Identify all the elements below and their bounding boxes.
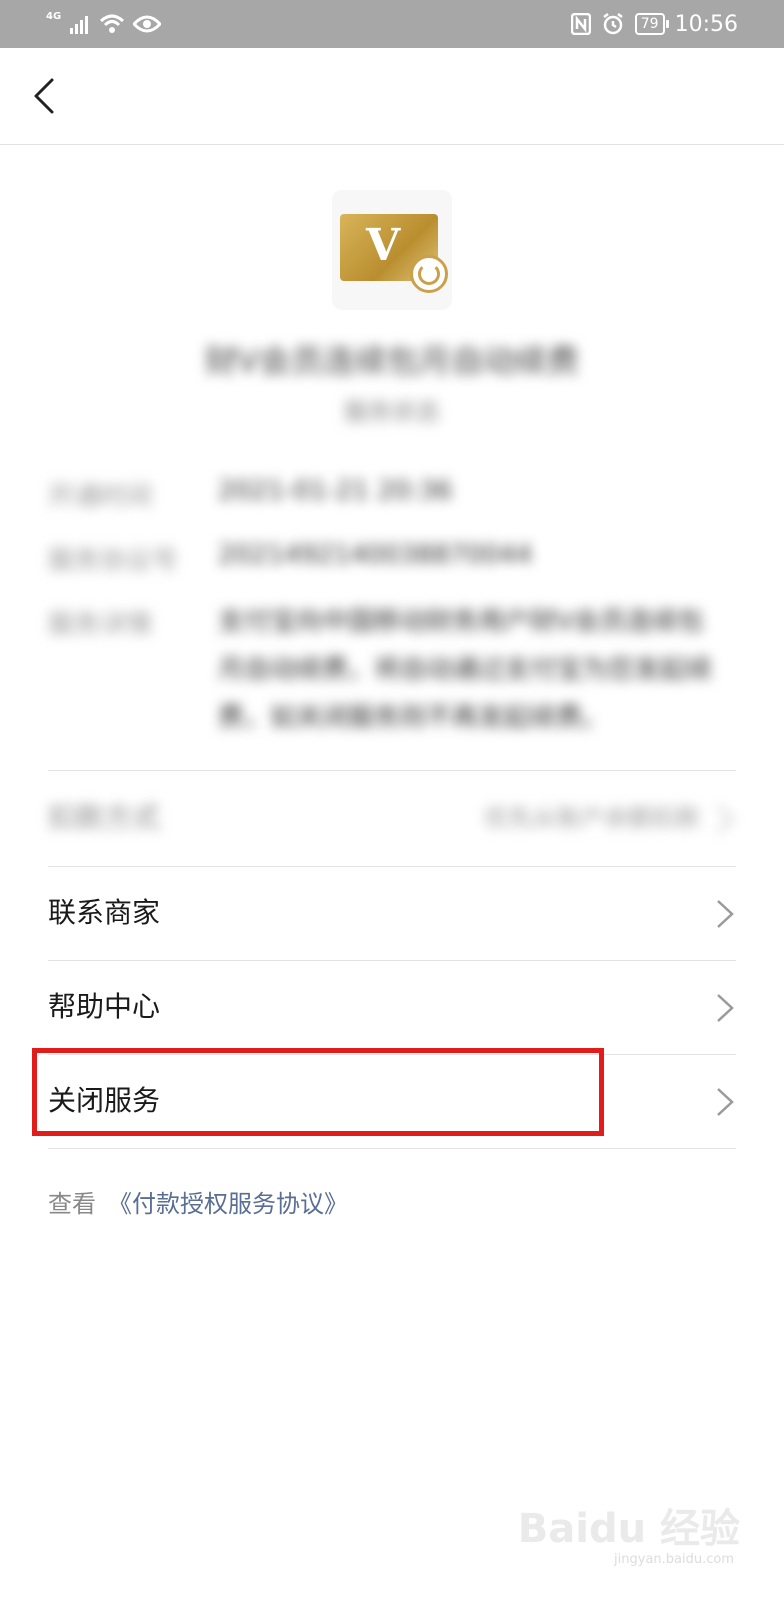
eye-icon <box>133 15 162 33</box>
open-time-value: 2021-01-21 20:36 <box>218 476 453 506</box>
agreement-line: 查看 《付款授权服务协议》 <box>48 1184 348 1219</box>
service-title: 财V会员连续包月自动续费 <box>205 342 579 380</box>
agreement-link[interactable]: 《付款授权服务协议》 <box>108 1190 348 1218</box>
back-arrow-icon[interactable] <box>28 74 68 118</box>
nfc-icon <box>570 13 591 35</box>
service-detail-label: 服务详情 <box>48 610 153 640</box>
baidu-watermark-url: jingyan.baidu.com <box>614 1552 734 1567</box>
baidu-watermark: Baidu 经验 <box>517 1506 740 1552</box>
service-detail-value: 支付宝向中国移动财务用户财V会员连续包月自动续费，将自动通过支付宝为您发起续费，… <box>218 607 713 733</box>
vip-card-icon: V <box>340 214 448 293</box>
chevron-right-icon <box>717 994 734 1022</box>
chevron-right-icon <box>717 900 734 928</box>
deduction-method-row[interactable]: 扣款方式 优先从账户余额扣款 <box>48 772 736 866</box>
clock: 10:56 <box>674 11 738 37</box>
help-center-label: 帮助中心 <box>48 990 161 1023</box>
signal-icon <box>70 16 89 34</box>
alarm-icon <box>603 13 623 35</box>
chevron-right-icon <box>717 805 734 833</box>
divider <box>48 1148 736 1149</box>
nav-bar <box>0 48 784 145</box>
help-center-row[interactable]: 帮助中心 <box>48 961 736 1055</box>
divider <box>48 770 736 771</box>
highlight-box <box>32 1048 604 1136</box>
deduction-method-value: 优先从账户余额扣款 <box>484 804 700 832</box>
china-mobile-logo-icon <box>410 255 448 293</box>
open-time-label: 开通时间 <box>48 482 153 512</box>
wifi-icon <box>100 14 125 33</box>
agreement-no-label: 服务协议号 <box>48 546 179 576</box>
contact-merchant-row[interactable]: 联系商家 <box>48 867 736 961</box>
contact-merchant-label: 联系商家 <box>48 896 161 929</box>
network-type: 4G <box>46 10 62 22</box>
chevron-right-icon <box>717 1088 734 1116</box>
service-subtitle: 服务状态 <box>344 398 440 426</box>
card-letter: V <box>366 220 401 271</box>
service-logo: V <box>332 190 452 310</box>
agreement-no-value: 2021492140038870044 <box>218 540 533 570</box>
battery-indicator: 79 <box>634 13 669 35</box>
agreement-prefix: 查看 <box>48 1190 96 1218</box>
status-bar: 4G 79 10:56 <box>0 0 784 48</box>
deduction-method-label: 扣款方式 <box>48 801 161 834</box>
